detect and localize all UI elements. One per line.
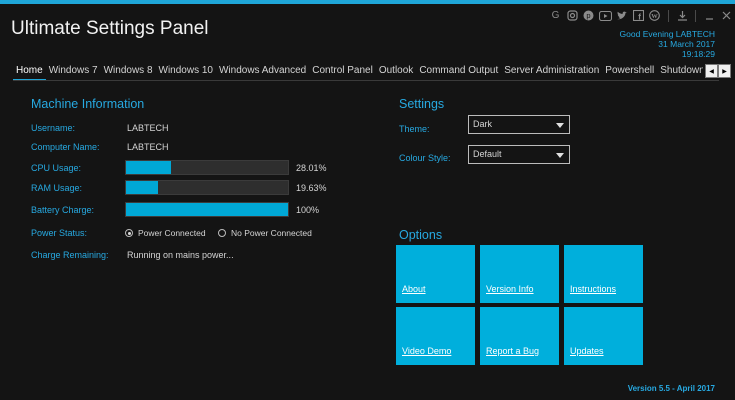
battery-fill	[126, 203, 288, 216]
tab-windows-8[interactable]: Windows 8	[101, 62, 156, 79]
radio-unselected-icon	[218, 229, 226, 237]
tab-scroll-buttons: ◀ ▶	[705, 64, 731, 78]
battery-label: Battery Charge:	[31, 205, 95, 215]
colour-style-label: Colour Style:	[399, 153, 451, 163]
report-bug-tile[interactable]: Report a Bug	[480, 307, 559, 365]
ram-usage-fill	[126, 181, 158, 194]
colour-style-select-value: Default	[473, 149, 502, 159]
battery-value: 100%	[296, 205, 320, 215]
instagram-icon[interactable]	[565, 8, 580, 23]
toolbar-separator	[695, 9, 696, 22]
charge-remaining-value: Running on mains power...	[127, 250, 234, 260]
computer-name-label: Computer Name:	[31, 142, 100, 152]
power-connected-label: Power Connected	[138, 228, 206, 238]
tab-control-panel[interactable]: Control Panel	[309, 62, 376, 79]
chevron-down-icon	[556, 153, 564, 158]
greeting-block: Good Evening LABTECH 31 March 2017 19:18…	[620, 29, 715, 59]
tab-powershell[interactable]: Powershell	[602, 62, 657, 79]
time-text: 19:18:29	[681, 49, 715, 59]
tab-scroll-right-icon[interactable]: ▶	[718, 64, 731, 78]
computer-name-value: LABTECH	[127, 142, 169, 152]
tab-server-administration[interactable]: Server Administration	[501, 62, 602, 79]
colour-style-select[interactable]: Default	[468, 145, 570, 164]
report-bug-tile-label: Report a Bug	[486, 346, 540, 356]
about-tile[interactable]: About	[396, 245, 475, 303]
accent-top-line	[0, 0, 735, 4]
battery-bar	[125, 202, 289, 217]
download-icon[interactable]	[675, 8, 690, 23]
youtube-icon[interactable]	[598, 8, 613, 23]
ram-usage-bar	[125, 180, 289, 195]
date-text: 31 March 2017	[658, 39, 715, 49]
svg-text:f: f	[638, 12, 641, 22]
machine-info-title: Machine Information	[31, 97, 145, 111]
version-info-tile[interactable]: Version Info	[480, 245, 559, 303]
facebook-icon[interactable]: f	[631, 8, 646, 23]
close-icon[interactable]	[719, 8, 734, 23]
version-info-tile-label: Version Info	[486, 284, 534, 294]
ram-usage-label: RAM Usage:	[31, 183, 83, 193]
tab-shutdown[interactable]: Shutdown O	[657, 62, 703, 79]
power-connected-radio[interactable]: Power Connected	[125, 228, 206, 238]
tab-command-output[interactable]: Command Output	[416, 62, 501, 79]
ram-usage-value: 19.63%	[296, 183, 327, 193]
cpu-usage-fill	[126, 161, 172, 174]
tab-home[interactable]: Home	[13, 62, 46, 80]
svg-text:p: p	[586, 11, 590, 20]
cpu-usage-value: 28.01%	[296, 163, 327, 173]
about-tile-label: About	[402, 284, 426, 294]
video-demo-tile[interactable]: Video Demo	[396, 307, 475, 365]
google-icon[interactable]: G	[548, 8, 563, 23]
pinterest-icon[interactable]: p	[581, 8, 596, 23]
tab-windows-advanced[interactable]: Windows Advanced	[216, 62, 309, 79]
chevron-down-icon	[556, 123, 564, 128]
no-power-label: No Power Connected	[231, 228, 312, 238]
settings-title: Settings	[399, 97, 445, 111]
twitter-icon[interactable]	[614, 8, 629, 23]
no-power-radio[interactable]: No Power Connected	[218, 228, 312, 238]
updates-tile[interactable]: Updates	[564, 307, 643, 365]
tab-divider	[13, 80, 719, 81]
theme-select-value: Dark	[473, 119, 493, 129]
tab-bar: Home Windows 7 Windows 8 Windows 10 Wind…	[13, 62, 703, 80]
theme-label: Theme:	[399, 124, 430, 134]
cpu-usage-bar	[125, 160, 289, 175]
social-bar: G p f W	[548, 8, 735, 23]
theme-select[interactable]: Dark	[468, 115, 570, 134]
cpu-usage-label: CPU Usage:	[31, 163, 82, 173]
options-tiles: About Version Info Instructions Video De…	[396, 245, 643, 365]
wordpress-icon[interactable]: W	[647, 8, 662, 23]
tab-windows-7[interactable]: Windows 7	[46, 62, 101, 79]
power-status-label: Power Status:	[31, 228, 88, 238]
instructions-tile[interactable]: Instructions	[564, 245, 643, 303]
greeting-text: Good Evening LABTECH	[619, 29, 715, 39]
tab-outlook[interactable]: Outlook	[376, 62, 416, 79]
username-value: LABTECH	[127, 123, 169, 133]
username-label: Username:	[31, 123, 76, 133]
version-text: Version 5.5 - April 2017	[627, 384, 715, 393]
app-title: Ultimate Settings Panel	[11, 18, 209, 39]
video-demo-tile-label: Video Demo	[402, 346, 452, 356]
tab-windows-10[interactable]: Windows 10	[156, 62, 216, 79]
minimize-icon[interactable]	[702, 8, 717, 23]
charge-remaining-label: Charge Remaining:	[31, 250, 109, 260]
radio-selected-icon	[125, 229, 133, 237]
options-title: Options	[399, 228, 443, 242]
svg-text:W: W	[651, 13, 658, 20]
toolbar-separator	[667, 9, 669, 22]
instructions-tile-label: Instructions	[570, 284, 617, 294]
tab-scroll-left-icon[interactable]: ◀	[705, 64, 718, 78]
updates-tile-label: Updates	[570, 346, 604, 356]
